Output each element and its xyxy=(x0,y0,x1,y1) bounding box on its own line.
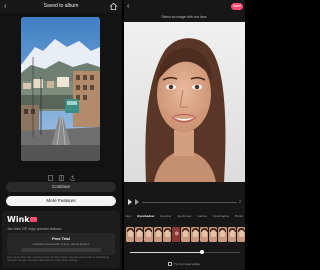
style-thumbnail[interactable] xyxy=(126,227,135,242)
timeline-track[interactable] xyxy=(142,202,237,203)
portrait-preview xyxy=(124,22,245,182)
style-thumbnail[interactable] xyxy=(199,227,209,242)
promo-fine-print: Auto-renew after trial. Cancel at least … xyxy=(7,256,109,263)
tab-3[interactable]: Eyebrows xyxy=(178,213,192,219)
more-features-button[interactable]: More Features xyxy=(6,196,116,206)
portrait-image xyxy=(124,22,245,182)
tab-0[interactable]: Eye xyxy=(126,213,131,219)
style-thumbnail[interactable] xyxy=(162,227,172,242)
vip-promo-card[interactable]: Wink Join Wink VIP, enjoy premium featur… xyxy=(2,211,120,268)
thumb-face xyxy=(220,230,226,237)
try-on-label: Try it on your photo xyxy=(174,262,200,266)
slider-knob[interactable] xyxy=(199,250,204,254)
thumb-face xyxy=(164,230,170,237)
style-thumbnail[interactable] xyxy=(135,227,144,242)
thumb-face xyxy=(128,230,133,237)
face-hint: Select an image with one face xyxy=(161,15,207,19)
tab-4[interactable]: Lashes xyxy=(197,213,207,219)
page-title: Saved to album xyxy=(43,3,79,9)
style-thumbnails: ⊘ xyxy=(126,227,245,242)
tab-2[interactable]: Eyeliner xyxy=(160,213,171,219)
back-button[interactable]: ‹ xyxy=(4,2,12,11)
thumb-face xyxy=(201,230,207,237)
home-icon[interactable] xyxy=(109,2,118,11)
style-thumbnail-none[interactable]: ⊘ xyxy=(172,227,181,242)
slider-fill xyxy=(130,252,202,253)
thumb-face xyxy=(238,230,244,237)
play-icon[interactable] xyxy=(127,198,133,206)
thumb-face xyxy=(211,230,217,237)
style-thumbnail[interactable] xyxy=(209,227,218,242)
playback-controls: 2 xyxy=(127,198,243,207)
thumb-face xyxy=(137,230,143,237)
save-button[interactable]: Save xyxy=(231,3,243,10)
face-count: 2 xyxy=(239,200,241,204)
none-icon: ⊘ xyxy=(174,231,179,237)
style-thumbnail[interactable] xyxy=(218,227,227,242)
free-trial-subtitle: Unlimited access after 3 days, cancel an… xyxy=(32,242,90,246)
left-screen: ‹ Saved to album Continue More Features … xyxy=(0,0,122,270)
style-thumbnail[interactable] xyxy=(190,227,199,242)
style-thumbnail[interactable] xyxy=(227,227,236,242)
tab-6[interactable]: Blush xyxy=(235,213,243,219)
crop-icon[interactable] xyxy=(47,168,53,181)
thumb-face xyxy=(155,230,161,237)
style-thumbnail[interactable] xyxy=(181,227,190,242)
street-scene xyxy=(21,17,100,161)
forward-icon[interactable] xyxy=(134,198,140,206)
style-thumbnail[interactable] xyxy=(153,227,162,242)
right-screen: ‹ Save Select an image with one face 2 E… xyxy=(124,0,245,270)
tab-1[interactable]: Eyeshadow xyxy=(137,213,154,219)
style-thumbnail[interactable] xyxy=(144,227,153,242)
tab-5[interactable]: Eyeshadow xyxy=(213,213,229,219)
trial-button[interactable] xyxy=(21,248,101,252)
photo-icon xyxy=(168,262,172,266)
style-thumbnail[interactable] xyxy=(236,227,245,242)
makeup-tabs: Eye Eyeshadow Eyeliner Eyebrows Lashes Eyesha… xyxy=(126,213,243,219)
promo-description: Join Wink VIP, enjoy premium features xyxy=(7,227,62,231)
back-button-right[interactable]: ‹ xyxy=(127,2,135,11)
continue-button[interactable]: Continue xyxy=(6,182,116,192)
intensity-slider[interactable] xyxy=(130,250,240,254)
thumb-face xyxy=(229,230,235,237)
compare-icon[interactable] xyxy=(58,168,64,181)
try-on-link[interactable]: Try it on your photo xyxy=(168,261,208,267)
photo-tools xyxy=(45,168,77,181)
vip-badge xyxy=(30,217,37,222)
thumb-face xyxy=(146,230,152,237)
free-trial-card[interactable]: Free Trial Unlimited access after 3 days… xyxy=(7,233,115,255)
thumb-face xyxy=(183,230,189,237)
saved-photo xyxy=(21,17,100,161)
share-icon[interactable] xyxy=(70,168,75,181)
thumb-face xyxy=(192,230,198,237)
